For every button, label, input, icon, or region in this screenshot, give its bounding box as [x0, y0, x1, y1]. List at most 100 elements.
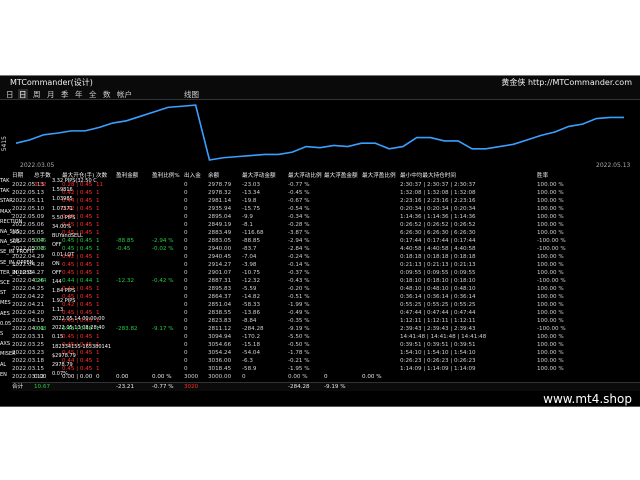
table-row[interactable]: 2022.03.23 0.45 | 0.45 1 0 3054.24 -54.04 -1.7…: [12, 349, 640, 357]
toolbar-all-button[interactable]: 全: [89, 89, 97, 100]
column-header[interactable]: 盈利比例%: [152, 172, 180, 180]
table-cell: 2022.05.09: [12, 214, 45, 220]
toolbar-date-button[interactable]: 日: [18, 89, 28, 100]
table-cell: 2022.04.20: [12, 310, 45, 316]
table-cell: 100.00 %: [537, 270, 564, 276]
table-row[interactable]: 2022.05.11 0.44 | 0.45 1 0 2981.14 -19.8 -0.67…: [12, 197, 640, 205]
table-cell: -0.37 %: [288, 270, 310, 276]
table-cell: 0.00 | 0.00: [62, 374, 93, 380]
column-header[interactable]: 最大浮动比例: [288, 172, 322, 180]
table-row[interactable]: 2022.05.13 0.42 | 0.45 1 0 2978.32 -13.34 -0.4…: [12, 189, 640, 197]
table-cell: 0.45 | 0.45: [62, 310, 93, 316]
table-cell: 100.00 %: [537, 318, 564, 324]
table-cell: 1: [96, 278, 100, 284]
table-row[interactable]: 2022.04.22 0.45 | 0.45 1 0 2864.37 -14.82 -0.5…: [12, 293, 640, 301]
table-total-row: 合计 10.67 -23.21 -0.77 % 3020 -284.28 -9.19 %: [12, 382, 640, 391]
table-cell: 0: [184, 310, 188, 316]
column-header[interactable]: 日期: [12, 172, 23, 180]
table-cell: 0.00: [34, 374, 47, 380]
table-cell: 2935.94: [208, 206, 232, 212]
table-cell: -3.87 %: [288, 230, 310, 236]
table-row[interactable]: 2022.03.25 0.45 | 0.45 1 0 3054.66 -15.18 -0.5…: [12, 341, 640, 349]
table-row[interactable]: 2022.05.06 0.45 | 0.45 1 0 2849.19 -8.1 -0.28 …: [12, 221, 640, 229]
column-header[interactable]: 最大浮盈比例: [362, 172, 396, 180]
column-header[interactable]: 余额: [208, 172, 219, 180]
column-header[interactable]: 出入金: [184, 172, 201, 180]
table-cell: 0: [184, 326, 188, 332]
table-cell: 0.00 %: [152, 374, 172, 380]
table-cell: 1: [96, 254, 100, 260]
table-row[interactable]: 2022.05.04 0.45 0.45 | 0.45 1 -88.85 -2.94 % 0…: [12, 237, 640, 245]
table-cell: 0:47:44 | 0:47:44 | 0:47:44: [400, 310, 476, 316]
column-header[interactable]: 最大浮动金额: [242, 172, 276, 180]
table-row[interactable]: 2022.04.20 0.45 | 0.45 1 0 2838.55 -13.86 -0.4…: [12, 309, 640, 317]
column-header[interactable]: 最大开仓(手): [62, 172, 94, 180]
table-cell: 0.00 %: [288, 374, 308, 380]
table-cell: 100.00 %: [537, 222, 564, 228]
table-cell: -54.04: [242, 350, 261, 356]
table-cell: 100.00 %: [537, 334, 564, 340]
table-row[interactable]: 2022.05.09 0.45 | 0.45 1 0 2895.04 -9.9 -0.34 …: [12, 213, 640, 221]
table-row[interactable]: 2022.05.03 0.45 0.45 | 0.45 1 -0.45 -0.02 % 0 2…: [12, 245, 640, 253]
table-row[interactable]: 2022.04.19 0.45 | 0.45 1 0 2823.83 -8.84 -0.35…: [12, 317, 640, 325]
toolbar-year-button[interactable]: 年: [75, 89, 83, 100]
chart-type-label[interactable]: 线图: [184, 89, 199, 100]
table-row[interactable]: 2022.04.25 0.42 | 0.45 1 0 2895.83 -5.59 -0.20…: [12, 285, 640, 293]
table-cell: 0: [184, 222, 188, 228]
table-row[interactable]: 2022.03.15 0.45 | 0.45 1 0 3018.45 -58.9 -1.95…: [12, 365, 640, 373]
column-header[interactable]: 盈利金额: [116, 172, 138, 180]
column-header[interactable]: 总手数: [34, 172, 51, 180]
table-cell: -5.59: [242, 286, 257, 292]
table-cell: 0.44 | 0.45: [62, 198, 93, 204]
table-cell: -3.98: [242, 262, 257, 268]
table-cell: 2022.03.25: [12, 342, 45, 348]
table-cell: -83.7: [242, 246, 257, 252]
chart-left-label: 5415: [1, 136, 8, 152]
table-cell: 1:14:09 | 1:14:09 | 1:14:09: [400, 366, 476, 372]
table-cell: 0.48: [34, 326, 47, 332]
table-cell: 3000: [184, 374, 199, 380]
table-row[interactable]: 2022.04.29 0.42 | 0.45 1 0 2940.45 -7.04 -0.24…: [12, 253, 640, 261]
toolbar-month-button[interactable]: 月: [47, 89, 55, 100]
table-row[interactable]: 2022.03.31 0.45 | 0.45 1 0 3094.94 -170.2 -5.5…: [12, 333, 640, 341]
table-cell: 2864.37: [208, 294, 232, 300]
column-header[interactable]: 胜率: [537, 172, 548, 180]
toolbar-quarter-button[interactable]: 季: [61, 89, 69, 100]
overlay-side-label: AL: [0, 361, 7, 368]
table-row[interactable]: 2022.04.01 0.48 0.48 | 0.48 1 -283.82 -9.17 %…: [12, 325, 640, 333]
table-row[interactable]: 2022.04.28 0.45 | 0.45 1 0 2914.27 -3.98 -0.14…: [12, 261, 640, 269]
table-row[interactable]: 2022.04.21 0.42 | 0.45 1 0 2851.04 -58.33 -1.9…: [12, 301, 640, 309]
table-cell: 0.28 | 0.45: [62, 182, 93, 188]
table-cell: -0.14 %: [288, 262, 310, 268]
table-row[interactable]: 2022.05.05 0.45 | 0.45 1 0 2883.49 -116.68 -3.…: [12, 229, 640, 237]
table-row[interactable]: 2022.03.18 0.44 | 0.45 1 0 3036.00 -6.3 -0.21 …: [12, 357, 640, 365]
table-cell: 2022.04.28: [12, 262, 45, 268]
toolbar-day-button[interactable]: 日: [6, 89, 14, 100]
table-row[interactable]: 2022.04.27 0.45 | 0.45 1 0 2901.07 -10.75 -0.3…: [12, 269, 640, 277]
table-row[interactable]: 2022.03.12 0.00 0.00 | 0.00 0 0.00 0.00 % 3000…: [12, 373, 640, 381]
table-cell: 100.00 %: [537, 254, 564, 260]
table-cell: 0.44 | 0.44: [62, 278, 93, 284]
table-row[interactable]: 2022.05.13 3.32 0.28 | 0.45 11 0 2978.79 -23.0…: [12, 181, 640, 189]
table-cell: 1: [96, 198, 100, 204]
toolbar-account-button[interactable]: 帐户: [117, 89, 132, 100]
overlay-side-label: S: [0, 331, 4, 337]
toolbar-data-button[interactable]: 数: [103, 89, 111, 100]
table-cell: 0:48:10 | 0:48:10 | 0:48:10: [400, 286, 476, 292]
table-cell: -0.77 %: [288, 182, 310, 188]
table-cell: 0: [184, 246, 188, 252]
table-row[interactable]: 2022.04.26 0.44 0.44 | 0.44 1 -12.32 -0.42 % 0…: [12, 277, 640, 285]
table-cell: 0.45 | 0.45: [62, 366, 93, 372]
table-cell: 0: [184, 350, 188, 356]
table-row[interactable]: 2022.05.10 0.42 | 0.45 1 0 2935.94 -15.75 -0.5…: [12, 205, 640, 213]
balance-chart-svg: [15, 104, 625, 161]
table-cell: 1: [96, 358, 100, 364]
overlay-side-label: ST: [0, 290, 7, 297]
column-header[interactable]: 最大浮盈金额: [324, 172, 358, 180]
toolbar-week-button[interactable]: 周: [33, 89, 41, 100]
column-header[interactable]: 次数: [96, 172, 107, 180]
table-cell: 3018.45: [208, 366, 232, 372]
column-header[interactable]: 最小中均最大持仓时间: [400, 172, 456, 180]
table-cell: 0: [242, 374, 246, 380]
site-link[interactable]: 黄金侠 http://MTCommander.com: [501, 77, 632, 88]
